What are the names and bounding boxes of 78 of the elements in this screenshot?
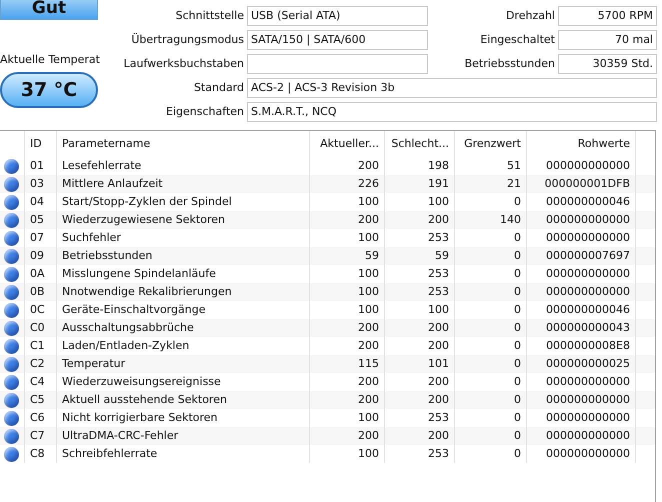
table-cell: 0 xyxy=(455,355,527,373)
info-label: Betriebsstunden xyxy=(464,56,555,72)
table-cell: 59 xyxy=(310,247,385,265)
table-cell: 0 xyxy=(455,247,527,265)
table-cell: C5 xyxy=(25,391,57,409)
health-status-badge: Gut xyxy=(0,0,98,20)
table-cell: 0 xyxy=(455,391,527,409)
column-header[interactable]: ID xyxy=(25,131,57,157)
table-cell: Aktuell ausstehende Sektoren xyxy=(57,391,310,409)
table-cell: 253 xyxy=(385,445,455,463)
table-cell: 0 xyxy=(455,427,527,445)
table-cell: 0 xyxy=(455,319,527,337)
info-field: 70 mal xyxy=(558,30,657,50)
table-cell: Ausschaltungsabbrüche xyxy=(57,319,310,337)
info-label: Übertragungsmodus xyxy=(130,32,244,48)
table-cell: 000000001DFB xyxy=(527,175,636,193)
info-label: Drehzahl xyxy=(504,8,555,24)
table-cell: 000000000025 xyxy=(527,355,636,373)
table-cell: 100 xyxy=(310,445,385,463)
table-cell: Betriebsstunden xyxy=(57,247,310,265)
table-cell: 140 xyxy=(455,211,527,229)
info-field: ACS-2 | ACS-3 Revision 3b xyxy=(247,78,657,98)
temperature-label: Aktuelle Temperat xyxy=(0,53,100,66)
table-cell: 226 xyxy=(310,175,385,193)
table-cell: Schreibfehlerrate xyxy=(57,445,310,463)
table-cell: Mittlere Anlaufzeit xyxy=(57,175,310,193)
info-label: Eigenschaften xyxy=(165,104,244,120)
table-cell: 000000000000 xyxy=(527,211,636,229)
table-cell: 200 xyxy=(310,211,385,229)
column-header[interactable]: Schlecht... xyxy=(385,131,455,157)
table-cell: C8 xyxy=(25,445,57,463)
table-cell: 0B xyxy=(25,283,57,301)
info-field: 5700 RPM xyxy=(558,6,657,26)
table-cell: 05 xyxy=(25,211,57,229)
table-cell: 21 xyxy=(455,175,527,193)
table-cell: 59 xyxy=(385,247,455,265)
info-field: USB (Serial ATA) xyxy=(247,6,428,26)
column-header[interactable]: Grenzwert xyxy=(455,131,527,157)
info-label: Standard xyxy=(192,80,244,96)
info-field: 30359 Std. xyxy=(558,54,657,74)
table-cell: 03 xyxy=(25,175,57,193)
table-cell: 000000000000 xyxy=(527,283,636,301)
table-cell: C2 xyxy=(25,355,57,373)
table-cell: C7 xyxy=(25,427,57,445)
table-cell: 253 xyxy=(385,283,455,301)
column-header[interactable]: Aktueller... xyxy=(310,131,385,157)
temperature-badge: 37 °C xyxy=(0,72,98,108)
table-cell: C0 xyxy=(25,319,57,337)
table-cell: 200 xyxy=(310,319,385,337)
table-cell: 09 xyxy=(25,247,57,265)
info-label: Eingeschaltet xyxy=(479,32,555,48)
table-cell: 115 xyxy=(310,355,385,373)
table-cell: 200 xyxy=(310,427,385,445)
info-label: Schnittstelle xyxy=(174,8,244,24)
table-cell: 000000000000 xyxy=(527,445,636,463)
table-cell: 100 xyxy=(310,283,385,301)
table-cell: 101 xyxy=(385,355,455,373)
table-cell: 200 xyxy=(385,391,455,409)
table-cell: 0 xyxy=(455,283,527,301)
table-cell: 200 xyxy=(385,211,455,229)
info-label: Laufwerksbuchstaben xyxy=(122,56,244,72)
table-cell: 000000000043 xyxy=(527,319,636,337)
table-cell: 000000007697 xyxy=(527,247,636,265)
table-cell: 000000000000 xyxy=(527,391,636,409)
table-cell: Wiederzugewiesene Sektoren xyxy=(57,211,310,229)
column-header[interactable]: Rohwerte xyxy=(527,131,636,157)
table-cell: Temperatur xyxy=(57,355,310,373)
table-cell: 0 xyxy=(455,445,527,463)
table-cell: Nnotwendige Rekalibrierungen xyxy=(57,283,310,301)
info-field: S.M.A.R.T., NCQ xyxy=(247,102,657,122)
table-cell: 200 xyxy=(385,427,455,445)
table-cell: 000000000000 xyxy=(527,427,636,445)
column-header[interactable]: Parametername xyxy=(57,131,310,157)
table-cell: UltraDMA-CRC-Fehler xyxy=(57,427,310,445)
table-cell: 191 xyxy=(385,175,455,193)
info-field: SATA/150 | SATA/600 xyxy=(247,30,428,50)
table-cell: 200 xyxy=(310,391,385,409)
table-cell: 200 xyxy=(385,319,455,337)
